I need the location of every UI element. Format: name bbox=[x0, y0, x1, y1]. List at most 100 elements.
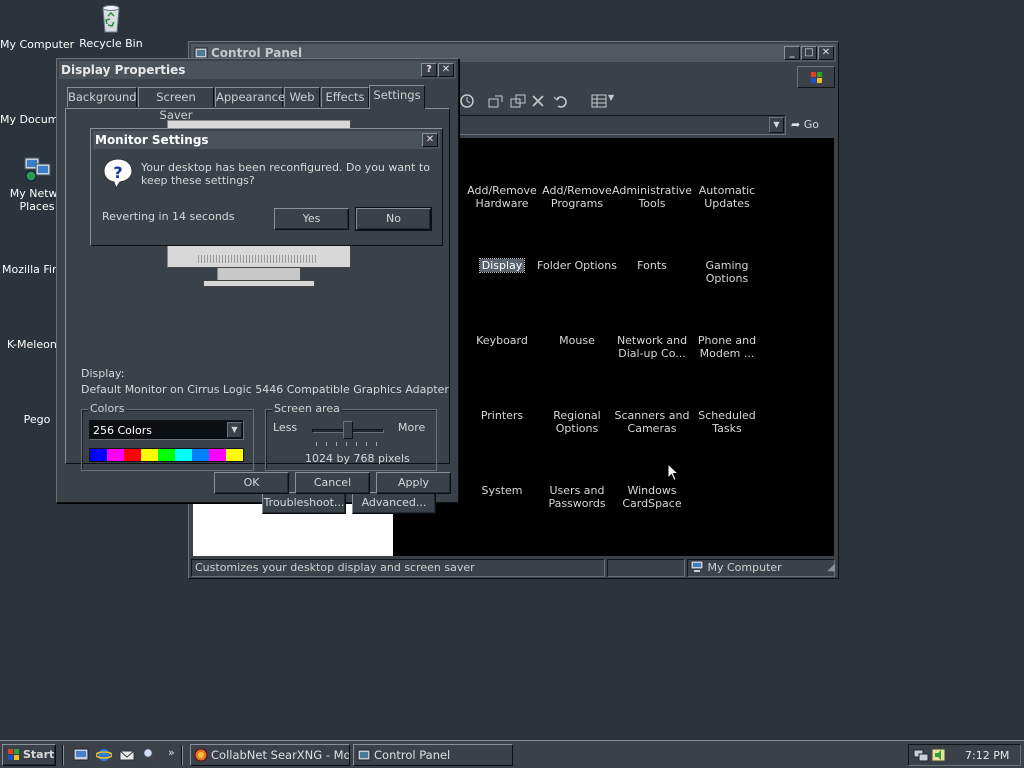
palette-swatch bbox=[107, 449, 124, 461]
quick-launch-more-icon[interactable]: » bbox=[168, 746, 175, 759]
cp-item-gaming-options[interactable]: Gaming Options bbox=[687, 259, 767, 285]
cp-item-scheduled-tasks[interactable]: Scheduled Tasks bbox=[687, 409, 767, 435]
palette-swatch bbox=[158, 449, 175, 461]
desktop-icon-my-documents[interactable]: My Docume bbox=[0, 113, 65, 126]
maximize-button[interactable]: □ bbox=[801, 46, 817, 60]
slider-ticks bbox=[316, 442, 382, 446]
resolution-text: 1024 by 768 pixels bbox=[305, 452, 410, 465]
desktop-icon-recycle-bin[interactable]: Recycle Bin bbox=[74, 2, 148, 50]
network-tray-icon[interactable] bbox=[913, 747, 929, 763]
search-icon[interactable] bbox=[142, 747, 158, 763]
tab-effects[interactable]: Effects bbox=[321, 87, 369, 107]
troubleshoot-button[interactable]: Troubleshoot... bbox=[262, 492, 346, 514]
cp-item-printers[interactable]: Printers bbox=[462, 409, 542, 422]
outlook-express-icon[interactable] bbox=[119, 747, 135, 763]
cp-item-scanners-cameras[interactable]: Scanners and Cameras bbox=[612, 409, 692, 435]
undo-icon[interactable] bbox=[553, 93, 569, 109]
no-button[interactable]: No bbox=[355, 207, 432, 231]
task-label: Control Panel bbox=[374, 748, 451, 762]
monitor-stand bbox=[203, 280, 315, 287]
move-to-icon[interactable] bbox=[487, 93, 505, 109]
task-button-browser[interactable]: CollabNet SearXNG - Mozil... bbox=[190, 744, 350, 766]
display-properties-titlebar[interactable]: Display Properties ? ✕ bbox=[59, 61, 456, 79]
cp-item-keyboard[interactable]: Keyboard bbox=[462, 334, 542, 347]
apply-button[interactable]: Apply bbox=[376, 472, 451, 494]
cp-item-label: Printers bbox=[480, 409, 524, 422]
volume-tray-icon[interactable] bbox=[931, 747, 947, 763]
tab-screen-saver[interactable]: Screen Saver bbox=[138, 87, 214, 122]
address-dropdown-button[interactable]: ▼ bbox=[769, 117, 784, 133]
screen-area-slider-thumb[interactable] bbox=[343, 421, 353, 439]
advanced-button[interactable]: Advanced... bbox=[352, 492, 436, 514]
show-desktop-icon[interactable] bbox=[73, 747, 89, 763]
monitor-settings-message: Your desktop has been reconfigured. Do y… bbox=[141, 161, 430, 187]
display-properties-title: Display Properties bbox=[61, 63, 186, 77]
minimize-button[interactable]: _ bbox=[784, 46, 800, 60]
chevron-down-icon[interactable]: ▼ bbox=[608, 93, 614, 102]
close-button[interactable]: ✕ bbox=[818, 46, 834, 60]
tab-settings[interactable]: Settings bbox=[369, 85, 425, 109]
cp-item-label: Folder Options bbox=[537, 259, 617, 272]
cp-item-regional-options[interactable]: Regional Options bbox=[537, 409, 617, 435]
help-button[interactable]: ? bbox=[421, 63, 437, 77]
status-empty-cell bbox=[607, 559, 685, 577]
taskbar: Start » CollabNet SearXNG - Mozil... Con… bbox=[0, 740, 1024, 768]
cp-item-label: Windows CardSpace bbox=[622, 484, 682, 510]
internet-explorer-icon[interactable] bbox=[96, 747, 112, 763]
history-icon[interactable] bbox=[459, 93, 475, 109]
cp-item-add-remove-hardware[interactable]: Add/Remove Hardware bbox=[462, 184, 542, 210]
desktop-icon-my-computer[interactable]: My Computer bbox=[0, 38, 74, 51]
colors-dropdown-button[interactable]: ▼ bbox=[227, 422, 242, 438]
address-bar[interactable]: ▼ bbox=[459, 115, 786, 135]
palette-swatch bbox=[226, 449, 243, 461]
revert-countdown: Reverting in 14 seconds bbox=[102, 210, 235, 223]
copy-to-icon[interactable] bbox=[509, 93, 527, 109]
delete-icon[interactable] bbox=[531, 94, 545, 108]
cp-item-display[interactable]: Display bbox=[462, 258, 542, 273]
colors-select[interactable]: 256 Colors ▼ bbox=[89, 420, 244, 440]
tab-background[interactable]: Background bbox=[67, 87, 137, 107]
cp-item-system[interactable]: System bbox=[462, 484, 542, 497]
cp-item-label: Mouse bbox=[559, 334, 595, 347]
cp-item-label: System bbox=[481, 484, 523, 497]
more-label: More bbox=[398, 421, 426, 434]
task-button-control-panel[interactable]: Control Panel bbox=[353, 744, 513, 766]
close-button[interactable]: ✕ bbox=[422, 133, 438, 147]
tab-appearance[interactable]: Appearance bbox=[215, 87, 285, 107]
quick-launch-divider bbox=[62, 745, 64, 765]
ok-button[interactable]: OK bbox=[214, 472, 289, 494]
monitor-settings-dialog[interactable]: Monitor Settings ✕ ? Your desktop has be… bbox=[90, 128, 443, 246]
recycle-bin-icon bbox=[102, 5, 120, 33]
start-button[interactable]: Start bbox=[2, 744, 56, 766]
monitor-settings-titlebar[interactable]: Monitor Settings ✕ bbox=[93, 131, 440, 149]
cancel-button[interactable]: Cancel bbox=[295, 472, 370, 494]
cp-item-folder-options[interactable]: Folder Options bbox=[537, 259, 617, 272]
palette-swatch bbox=[192, 449, 209, 461]
cp-item-automatic-updates[interactable]: Automatic Updates bbox=[687, 184, 767, 210]
cp-item-phone-modem[interactable]: Phone and Modem ... bbox=[687, 334, 767, 360]
views-icon[interactable] bbox=[591, 94, 607, 108]
cp-item-network-dialup[interactable]: Network and Dial-up Co... bbox=[612, 334, 692, 360]
cp-item-windows-cardspace[interactable]: Windows CardSpace bbox=[612, 484, 692, 510]
cp-item-users-passwords[interactable]: Users and Passwords bbox=[537, 484, 617, 510]
cp-item-fonts[interactable]: Fonts bbox=[612, 259, 692, 272]
cp-item-mouse[interactable]: Mouse bbox=[537, 334, 617, 347]
resize-grip-icon[interactable]: ◢ bbox=[827, 562, 835, 573]
colors-select-value: 256 Colors bbox=[93, 424, 152, 437]
cp-item-add-remove-programs[interactable]: Add/Remove Programs bbox=[537, 184, 617, 210]
close-button[interactable]: ✕ bbox=[438, 63, 454, 77]
windows-flag-icon bbox=[8, 749, 19, 760]
control-panel-items-area[interactable]: Add/Remove Hardware Add/Remove Programs … bbox=[393, 138, 834, 556]
display-properties-dialog[interactable]: Display Properties ? ✕ Background Screen… bbox=[56, 58, 459, 514]
mouse-cursor-icon bbox=[667, 463, 679, 482]
desktop-icon-label: Recycle Bin bbox=[79, 37, 143, 50]
cp-item-label: Fonts bbox=[637, 259, 667, 272]
palette-swatch bbox=[209, 449, 226, 461]
cp-item-administrative-tools[interactable]: Administrative Tools bbox=[612, 184, 692, 210]
yes-button[interactable]: Yes bbox=[274, 208, 349, 230]
cp-item-label: Automatic Updates bbox=[698, 184, 756, 210]
tab-web[interactable]: Web bbox=[284, 87, 320, 107]
start-label: Start bbox=[23, 748, 55, 761]
go-button[interactable]: ➦ Go bbox=[791, 116, 831, 134]
svg-text:?: ? bbox=[113, 163, 122, 182]
